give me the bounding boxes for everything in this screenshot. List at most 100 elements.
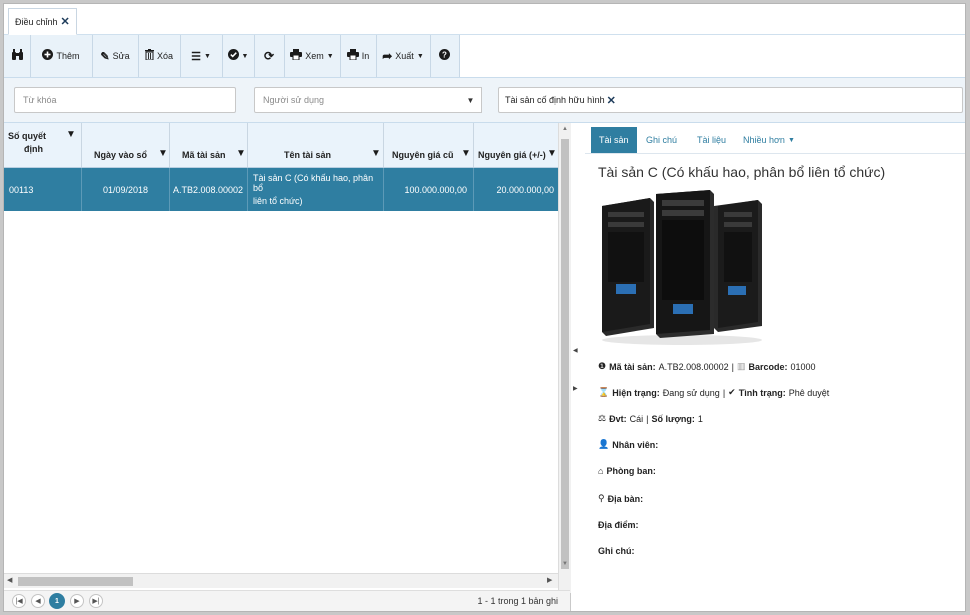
tab-nhieu-hon-label: Nhiều hơn <box>743 135 785 145</box>
trash-icon <box>144 49 154 63</box>
binoculars-icon <box>11 48 24 64</box>
home-icon: ⌂ <box>598 466 604 476</box>
tab-ghi-chu[interactable]: Ghi chú <box>638 127 685 153</box>
tab-dieu-chinh[interactable]: Điều chỉnh ✕ <box>8 8 77 35</box>
next-page-icon[interactable]: ▶ <box>70 594 84 608</box>
view-dropdown-button[interactable]: Xem ▼ <box>284 35 341 77</box>
caret-down-icon: ▼ <box>203 52 211 60</box>
cell-ngay-vao-so: 01/09/2018 <box>82 168 170 211</box>
scroll-down-icon[interactable]: ▼ <box>559 561 571 567</box>
department-label: Phòng ban: <box>606 466 656 476</box>
page-current[interactable]: 1 <box>49 593 65 609</box>
column-header-nguyen-gia-cu[interactable]: Nguyên giá cũ ▼ <box>384 123 474 167</box>
barcode-label: Barcode: <box>748 361 788 372</box>
pager-info: 1 - 1 trong 1 bản ghi <box>477 596 558 606</box>
scroll-left-icon[interactable]: ◀ <box>7 576 12 584</box>
column-header-ten-tai-san[interactable]: Tên tài sản ▼ <box>248 123 384 167</box>
scale-icon: ⚖ <box>598 413 607 423</box>
tab-tai-san[interactable]: Tài sản <box>591 127 637 153</box>
unit-label: Đvt: <box>609 413 627 424</box>
filter-bar: Từ khóa Người sử dụng ▼ Tài sản cố định … <box>4 78 965 123</box>
tab-nhieu-hon[interactable]: Nhiều hơn ▼ <box>735 127 803 153</box>
caret-down-icon: ▼ <box>466 95 475 105</box>
pager: |◀ ◀ 1 ▶ ▶| 1 - 1 trong 1 bản ghi <box>4 590 570 611</box>
employee-label: Nhân viên: <box>612 439 659 450</box>
main-window: Điều chỉnh ✕ Thêm ✎ Sửa Xóa ☰ ▼ ▼ ⟳ Xem … <box>3 3 966 612</box>
keyword-input[interactable]: Từ khóa <box>14 87 236 113</box>
employee-line: 👤 Nhân viên: <box>598 439 658 450</box>
cell-so-quyet-dinh: 00113 <box>4 168 82 211</box>
area-label: Địa bàn: <box>607 493 644 504</box>
last-page-icon[interactable]: ▶| <box>89 594 103 608</box>
separator: | <box>646 413 649 424</box>
scroll-up-icon[interactable]: ▲ <box>559 126 571 132</box>
separator: | <box>722 387 726 398</box>
close-icon[interactable]: ✕ <box>607 94 616 107</box>
toolbar-empty-area <box>459 35 965 77</box>
filter-icon[interactable]: ▼ <box>158 148 168 159</box>
current-state-value: Đang sử dụng <box>662 387 720 398</box>
user-icon: 👤 <box>598 439 610 449</box>
pencil-icon: ✎ <box>100 50 110 63</box>
vertical-scrollbar[interactable]: ▲ ▼ <box>558 123 571 593</box>
cell-nguyen-gia-cu: 100.000.000,00 <box>384 168 474 211</box>
barcode-value: 01000 <box>790 361 816 372</box>
current-state-label: Hiện trạng: <box>612 387 660 398</box>
column-header-so-quyet-dinh[interactable]: Số quyết định ▼ <box>4 123 82 167</box>
column-header-ngay-vao-so[interactable]: Ngày vào sổ ▼ <box>82 123 170 167</box>
export-dropdown-button[interactable]: ➦ Xuất ▼ <box>376 35 431 77</box>
column-header-nguyen-gia-delta[interactable]: Nguyên giá (+/-) ▼ <box>474 123 558 167</box>
location-line: Địa điểm: <box>598 520 639 530</box>
edit-button[interactable]: ✎ Sửa <box>92 35 139 77</box>
filter-icon[interactable]: ▼ <box>461 148 471 159</box>
delete-button[interactable]: Xóa <box>138 35 181 77</box>
close-icon[interactable]: ✕ <box>61 15 70 28</box>
filter-icon[interactable]: ▼ <box>236 148 246 159</box>
prev-page-icon[interactable]: ◀ <box>31 594 45 608</box>
first-page-icon[interactable]: |◀ <box>12 594 26 608</box>
caret-down-icon: ▼ <box>326 52 334 60</box>
user-placeholder: Người sử dụng <box>263 95 324 105</box>
department-line: ⌂ Phòng ban: <box>598 466 656 476</box>
scrollbar-thumb[interactable] <box>18 577 133 586</box>
panel-splitter[interactable]: ◀ ▶ <box>571 123 585 611</box>
caret-down-icon: ▼ <box>241 52 249 60</box>
help-button[interactable]: ? <box>430 35 460 77</box>
filter-icon[interactable]: ▼ <box>547 148 557 159</box>
asset-code-value: A.TB2.008.00002 <box>658 361 729 372</box>
asset-type-chip-label: Tài sản cố định hữu hình <box>505 95 605 105</box>
approve-dropdown-button[interactable]: ▼ <box>222 35 255 77</box>
asset-type-filter[interactable]: Tài sản cố định hữu hình ✕ <box>498 87 963 113</box>
user-select[interactable]: Người sử dụng <box>254 87 462 113</box>
table-row[interactable]: 00113 01/09/2018 A.TB2.008.00002 Tài sản… <box>4 168 558 211</box>
tab-tai-lieu[interactable]: Tài liệu <box>689 127 734 153</box>
filter-icon[interactable]: ▼ <box>371 148 381 159</box>
approval-state-label: Tình trạng: <box>738 387 786 398</box>
user-select-dropdown-button[interactable]: ▼ <box>460 87 482 113</box>
column-label: Số quyết <box>8 131 47 141</box>
map-marker-icon: ⚲ <box>598 493 605 503</box>
collapse-right-icon[interactable]: ▶ <box>573 385 578 392</box>
print-button[interactable]: In <box>340 35 377 77</box>
delete-label: Xóa <box>156 51 173 61</box>
tab-label: Điều chỉnh <box>15 16 58 27</box>
binoculars-button[interactable] <box>4 35 31 77</box>
edit-label: Sửa <box>112 51 130 61</box>
scroll-right-icon[interactable]: ▶ <box>547 576 552 584</box>
add-button[interactable]: Thêm <box>30 35 93 77</box>
location-label: Địa điểm: <box>598 520 639 530</box>
collapse-left-icon[interactable]: ◀ <box>573 347 578 354</box>
cell-ma-tai-san: A.TB2.008.00002 <box>170 168 248 211</box>
caret-down-icon: ▼ <box>416 52 424 60</box>
scrollbar-thumb[interactable] <box>561 139 569 569</box>
filter-icon[interactable]: ▼ <box>66 129 76 140</box>
refresh-button[interactable]: ⟳ <box>254 35 285 77</box>
info-icon: ❶ <box>598 361 607 371</box>
column-label: định <box>24 144 43 154</box>
export-label: Xuất <box>395 51 414 61</box>
column-header-ma-tai-san[interactable]: Mã tài sản ▼ <box>170 123 248 167</box>
menu-dropdown-button[interactable]: ☰ ▼ <box>180 35 223 77</box>
cell-ten-line-1: Tài sản C (Có khấu hao, phân bổ <box>253 173 374 193</box>
horizontal-scrollbar[interactable]: ◀ ▶ <box>4 573 558 588</box>
asset-type-chip[interactable]: Tài sản cố định hữu hình ✕ <box>505 94 616 107</box>
